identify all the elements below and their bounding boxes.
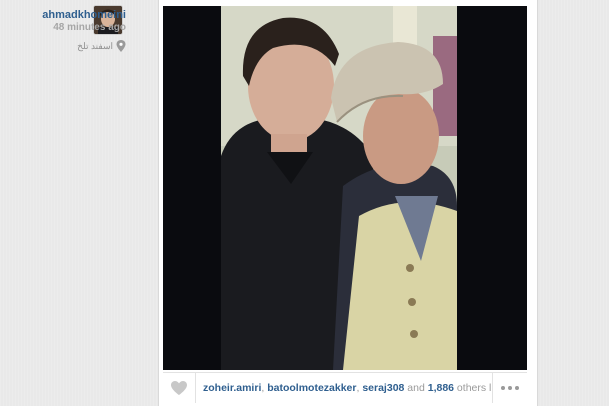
post-photo[interactable] bbox=[163, 6, 527, 370]
liker-link[interactable]: zoheir.amiri bbox=[203, 382, 261, 394]
location-pin-icon bbox=[116, 40, 126, 52]
username-link[interactable]: ahmadkhomeini bbox=[42, 9, 126, 21]
post-action-bar: zoheir.amiri, batoolmotezakker, seraj308… bbox=[163, 372, 527, 403]
heart-icon bbox=[171, 381, 187, 395]
timestamp[interactable]: 48 minutes ago bbox=[53, 22, 126, 33]
liker-link[interactable]: batoolmotezakker bbox=[267, 382, 356, 394]
likes-summary: zoheir.amiri, batoolmotezakker, seraj308… bbox=[203, 382, 491, 394]
more-options-button[interactable] bbox=[492, 373, 527, 403]
and-text: and bbox=[404, 382, 428, 394]
location[interactable]: اسفند تلخ bbox=[77, 40, 126, 52]
location-label: اسفند تلخ bbox=[77, 40, 113, 51]
likes-count[interactable]: 1,886 bbox=[428, 382, 454, 394]
post-card: zoheir.amiri, batoolmotezakker, seraj308… bbox=[158, 0, 538, 406]
likes-tail: others lik... bbox=[456, 382, 491, 394]
more-icon bbox=[501, 386, 505, 390]
liker-link[interactable]: seraj308 bbox=[362, 382, 404, 394]
post-author: ahmadkhomeini 48 minutes ago اسفند تلخ bbox=[0, 0, 126, 60]
like-button[interactable] bbox=[163, 373, 196, 403]
